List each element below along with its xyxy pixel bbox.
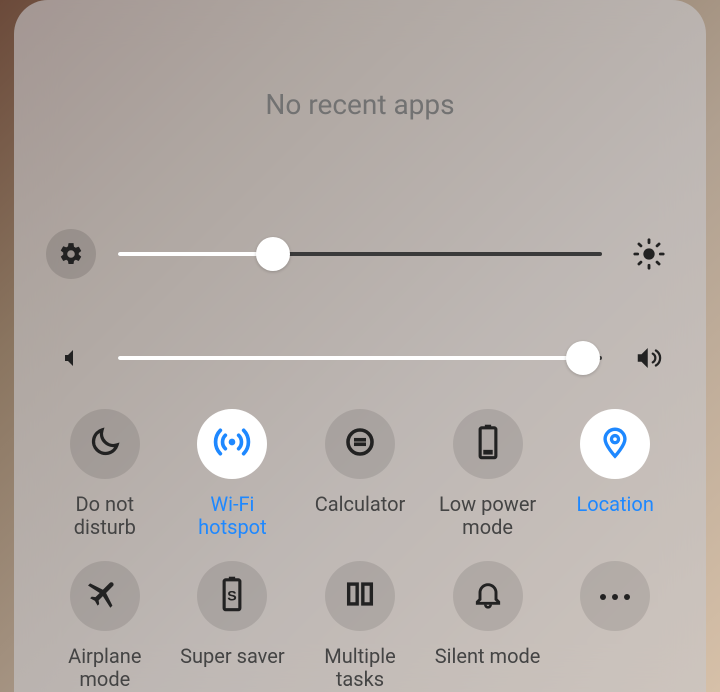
moon-icon	[87, 424, 123, 464]
toggle-label: Calculator	[315, 493, 406, 539]
split-screen-icon	[343, 577, 377, 615]
toggle-label: Silent mode	[435, 645, 541, 691]
recent-apps-label: No recent apps	[46, 88, 674, 121]
brightness-high-icon	[624, 229, 674, 279]
super-saver-icon: S	[221, 575, 243, 617]
settings-gear-icon[interactable]	[46, 229, 96, 279]
quick-settings-panel: No recent apps Do not	[14, 0, 706, 692]
brightness-slider[interactable]	[118, 252, 602, 256]
low-battery-icon	[477, 423, 499, 465]
location-toggle[interactable]: Location	[556, 409, 674, 539]
toggle-label: Do not disturb	[74, 493, 136, 539]
low-power-mode-toggle[interactable]: Low power mode	[429, 409, 547, 539]
location-pin-icon	[598, 422, 632, 466]
bell-icon	[472, 576, 504, 616]
toggle-label: Wi-Fi hotspot	[198, 493, 266, 539]
hotspot-icon	[212, 422, 252, 466]
volume-high-icon	[624, 343, 674, 373]
brightness-slider-row	[46, 229, 674, 279]
airplane-icon	[87, 576, 123, 616]
toggle-label: Super saver	[180, 645, 284, 691]
multiple-tasks-toggle[interactable]: Multiple tasks	[301, 561, 419, 691]
super-saver-toggle[interactable]: S Super saver	[174, 561, 292, 691]
silent-mode-toggle[interactable]: Silent mode	[429, 561, 547, 691]
toggle-label: Location	[576, 493, 653, 539]
svg-text:S: S	[228, 587, 237, 603]
toggle-label: Multiple tasks	[324, 645, 395, 691]
toggle-label: Low power mode	[439, 493, 536, 539]
quick-toggles-grid: Do not disturb Wi-Fi hotspot Calculator …	[46, 409, 674, 691]
volume-slider[interactable]	[118, 356, 602, 360]
airplane-mode-toggle[interactable]: Airplane mode	[46, 561, 164, 691]
toggle-label: Airplane mode	[68, 645, 141, 691]
calculator-toggle[interactable]: Calculator	[301, 409, 419, 539]
wifi-hotspot-toggle[interactable]: Wi-Fi hotspot	[174, 409, 292, 539]
calculator-icon	[342, 424, 378, 464]
volume-slider-row	[46, 343, 674, 373]
volume-low-icon	[46, 346, 96, 370]
more-dots-icon	[597, 587, 633, 606]
more-toggles-button[interactable]	[556, 561, 674, 691]
do-not-disturb-toggle[interactable]: Do not disturb	[46, 409, 164, 539]
